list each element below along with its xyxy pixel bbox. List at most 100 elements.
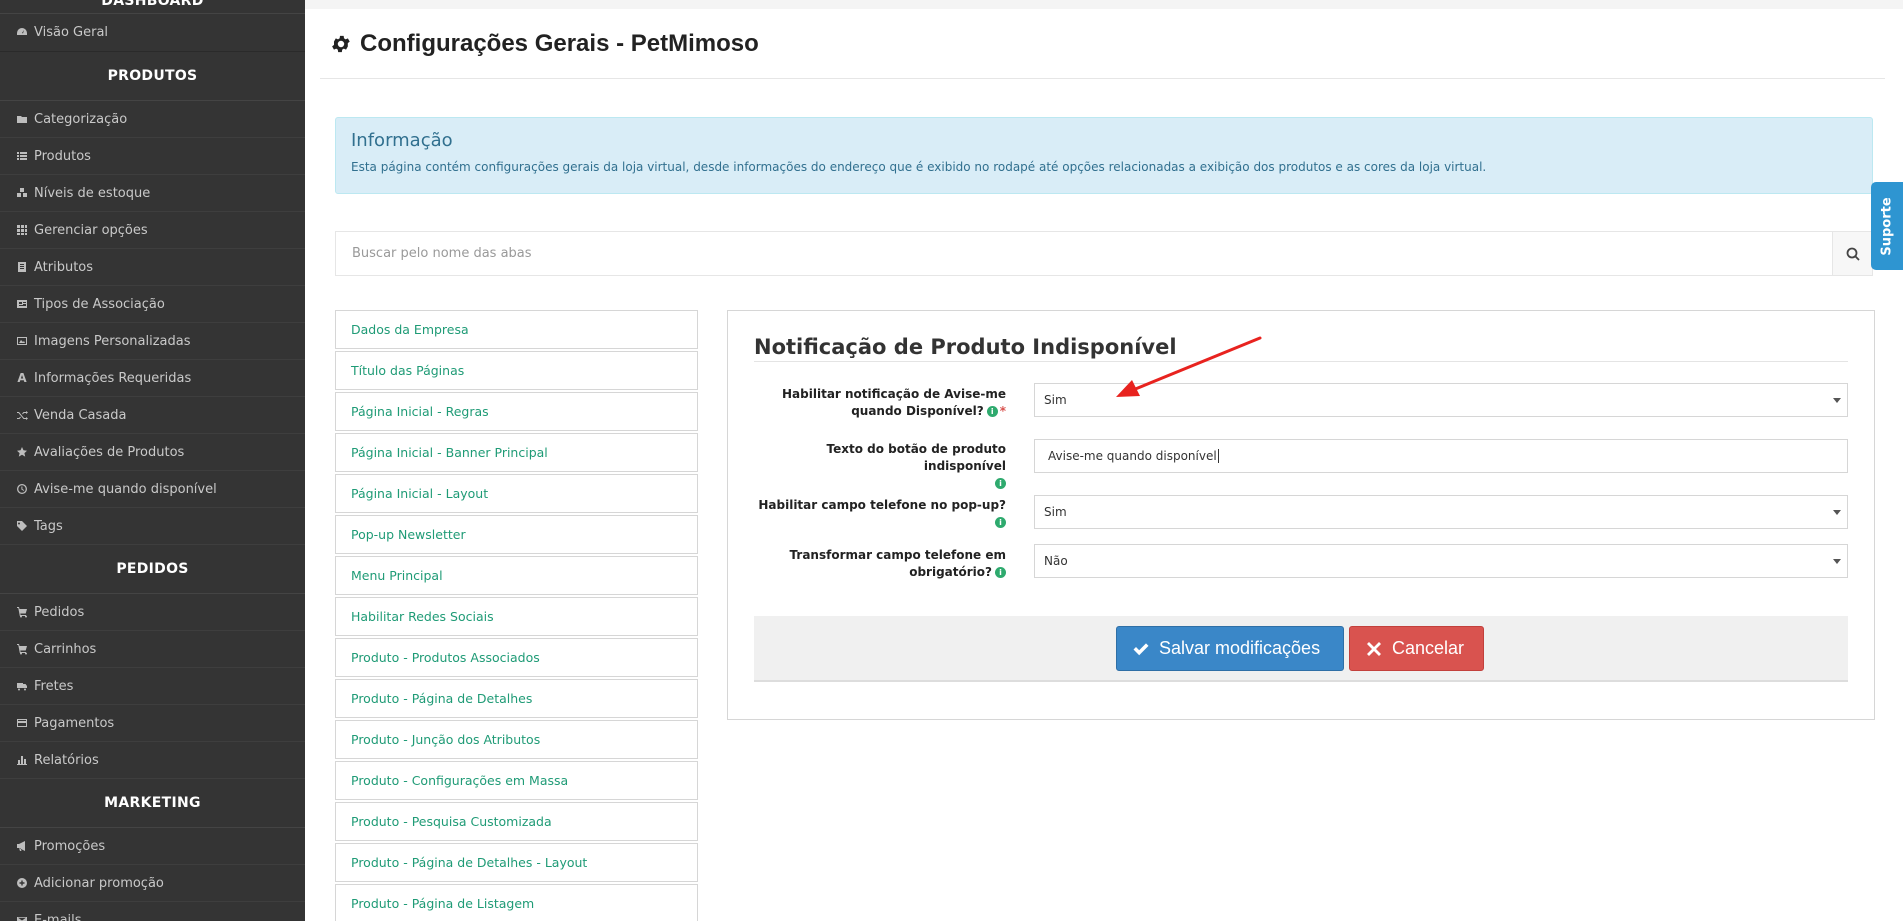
sidebar-item-tipos-associacao[interactable]: Tipos de Associação (0, 286, 305, 323)
image-icon (15, 335, 29, 347)
phone-required-select[interactable]: Não (1034, 544, 1848, 578)
sidebar-item-relatorios[interactable]: Relatórios (0, 742, 305, 779)
tab-search-input[interactable] (336, 232, 1832, 275)
cancel-button[interactable]: Cancelar (1349, 626, 1484, 671)
font-icon: A (17, 371, 27, 385)
sidebar-item-informacoes-requeridas[interactable]: A Informações Requeridas (0, 360, 305, 397)
info-text: Esta página contém configurações gerais … (351, 160, 1487, 174)
sidebar-item-carrinhos[interactable]: Carrinhos (0, 631, 305, 668)
sidebar-section-dashboard: DASHBOARD (0, 0, 305, 14)
sidebar-item-label: Visão Geral (34, 25, 109, 40)
tab-pagina-listagem[interactable]: Produto - Página de Listagem (335, 884, 698, 921)
close-icon (1367, 641, 1381, 656)
sidebar-item-pagamentos[interactable]: Pagamentos (0, 705, 305, 742)
sidebar-item-label: Adicionar promoção (34, 875, 164, 891)
tab-search (335, 231, 1873, 276)
plus-circle-icon (15, 877, 29, 889)
grid-icon (15, 224, 29, 236)
sidebar-section-pedidos: PEDIDOS (0, 545, 305, 594)
field-label: Texto do botão de produto indisponível i (826, 442, 1006, 489)
sidebar-item-label: Tags (34, 518, 63, 534)
tab-menu-principal[interactable]: Menu Principal (335, 556, 698, 595)
sidebar-item-avise-me[interactable]: Avise-me quando disponível (0, 471, 305, 508)
tab-produtos-associados[interactable]: Produto - Produtos Associados (335, 638, 698, 677)
sidebar-item-label: Informações Requeridas (34, 370, 192, 386)
clock-icon (15, 483, 29, 495)
sidebar-item-label: Fretes (34, 678, 74, 694)
tab-juncao-atributos[interactable]: Produto - Junção dos Atributos (335, 720, 698, 759)
shuffle-icon (15, 409, 29, 421)
search-icon (1846, 247, 1860, 261)
save-button[interactable]: Salvar modificações (1116, 626, 1344, 671)
support-tab[interactable]: Suporte (1871, 182, 1903, 270)
sidebar-item-label: Atributos (34, 259, 94, 275)
sidebar-item-label: Pedidos (34, 604, 85, 620)
button-text-input[interactable]: Avise-me quando disponível (1034, 439, 1848, 473)
sidebar-item-label: Categorização (34, 111, 128, 127)
top-breadcrumb-strip (305, 0, 1903, 9)
check-icon (1133, 642, 1149, 655)
dashboard-icon (15, 27, 29, 39)
tab-pagina-inicial-layout[interactable]: Página Inicial - Layout (335, 474, 698, 513)
field-row-enable-notify: Habilitar notificação de Avise-me quando… (754, 383, 1848, 419)
search-button[interactable] (1832, 232, 1872, 275)
star-icon (15, 446, 29, 458)
sidebar-item-atributos[interactable]: Atributos (0, 249, 305, 286)
sidebar-item-venda-casada[interactable]: Venda Casada (0, 397, 305, 434)
sidebar-item-label: Carrinhos (34, 641, 97, 657)
info-icon[interactable]: i (995, 567, 1006, 578)
chevron-down-icon (1833, 398, 1841, 403)
sidebar-item-tags[interactable]: Tags (0, 508, 305, 545)
sidebar-item-visao-geral[interactable]: Visão Geral (0, 14, 305, 52)
tab-configuracoes-massa[interactable]: Produto - Configurações em Massa (335, 761, 698, 800)
sidebar-item-label: Pagamentos (34, 715, 115, 731)
sidebar-item-fretes[interactable]: Fretes (0, 668, 305, 705)
tab-redes-sociais[interactable]: Habilitar Redes Sociais (335, 597, 698, 636)
sidebar-item-label: Promoções (34, 838, 106, 854)
tab-pagina-inicial-regras[interactable]: Página Inicial - Regras (335, 392, 698, 431)
phone-popup-select[interactable]: Sim (1034, 495, 1848, 529)
tab-titulo-paginas[interactable]: Título das Páginas (335, 351, 698, 390)
tab-popup-newsletter[interactable]: Pop-up Newsletter (335, 515, 698, 554)
sidebar-item-categorizacao[interactable]: Categorização (0, 101, 305, 138)
required-marker: * (999, 404, 1006, 418)
credit-card-icon (15, 717, 29, 729)
info-icon[interactable]: i (986, 406, 998, 417)
tab-pagina-detalhes[interactable]: Produto - Página de Detalhes (335, 679, 698, 718)
field-label: Transformar campo telefone em obrigatóri… (789, 548, 1006, 579)
sidebar-item-gerenciar-opcoes[interactable]: Gerenciar opções (0, 212, 305, 249)
field-label: Habilitar campo telefone no pop-up?i (758, 498, 1006, 528)
bullhorn-icon (15, 840, 29, 852)
tab-pesquisa-customizada[interactable]: Produto - Pesquisa Customizada (335, 802, 698, 841)
document-icon (15, 261, 29, 273)
gear-icon (332, 35, 350, 53)
sidebar-item-label: Gerenciar opções (34, 222, 148, 238)
newspaper-icon (15, 298, 29, 310)
field-label: Habilitar notificação de Avise-me quando… (782, 387, 1006, 418)
settings-form-panel: Notificação de Produto Indisponível Habi… (727, 310, 1875, 720)
tab-pagina-inicial-banner[interactable]: Página Inicial - Banner Principal (335, 433, 698, 472)
field-row-button-text: Texto do botão de produto indisponível i… (754, 439, 1848, 489)
sidebar-item-imagens-personalizadas[interactable]: Imagens Personalizadas (0, 323, 305, 360)
sidebar-item-adicionar-promocao[interactable]: Adicionar promoção (0, 865, 305, 902)
sidebar-item-produtos[interactable]: Produtos (0, 138, 305, 175)
tab-dados-empresa[interactable]: Dados da Empresa (335, 310, 698, 349)
annotation-arrow (1116, 336, 1262, 397)
info-icon[interactable]: i (995, 517, 1006, 528)
sidebar-item-label: Relatórios (34, 752, 99, 768)
sidebar-item-emails[interactable]: E-mails (0, 902, 305, 921)
title-divider (320, 78, 1885, 79)
cubes-icon (15, 187, 29, 199)
truck-icon (15, 680, 29, 692)
sidebar-section-produtos: PRODUTOS (0, 52, 305, 101)
sidebar-item-promocoes[interactable]: Promoções (0, 828, 305, 865)
page-title-text: Configurações Gerais - PetMimoso (360, 30, 759, 57)
chevron-down-icon (1833, 559, 1841, 564)
info-title: Informação (351, 130, 453, 151)
info-icon[interactable]: i (995, 478, 1006, 489)
sidebar-item-avaliacoes-produtos[interactable]: Avaliações de Produtos (0, 434, 305, 471)
info-alert: Informação Esta página contém configuraç… (335, 117, 1873, 194)
sidebar-item-pedidos[interactable]: Pedidos (0, 594, 305, 631)
sidebar-item-niveis-estoque[interactable]: Níveis de estoque (0, 175, 305, 212)
tab-detalhes-layout[interactable]: Produto - Página de Detalhes - Layout (335, 843, 698, 882)
